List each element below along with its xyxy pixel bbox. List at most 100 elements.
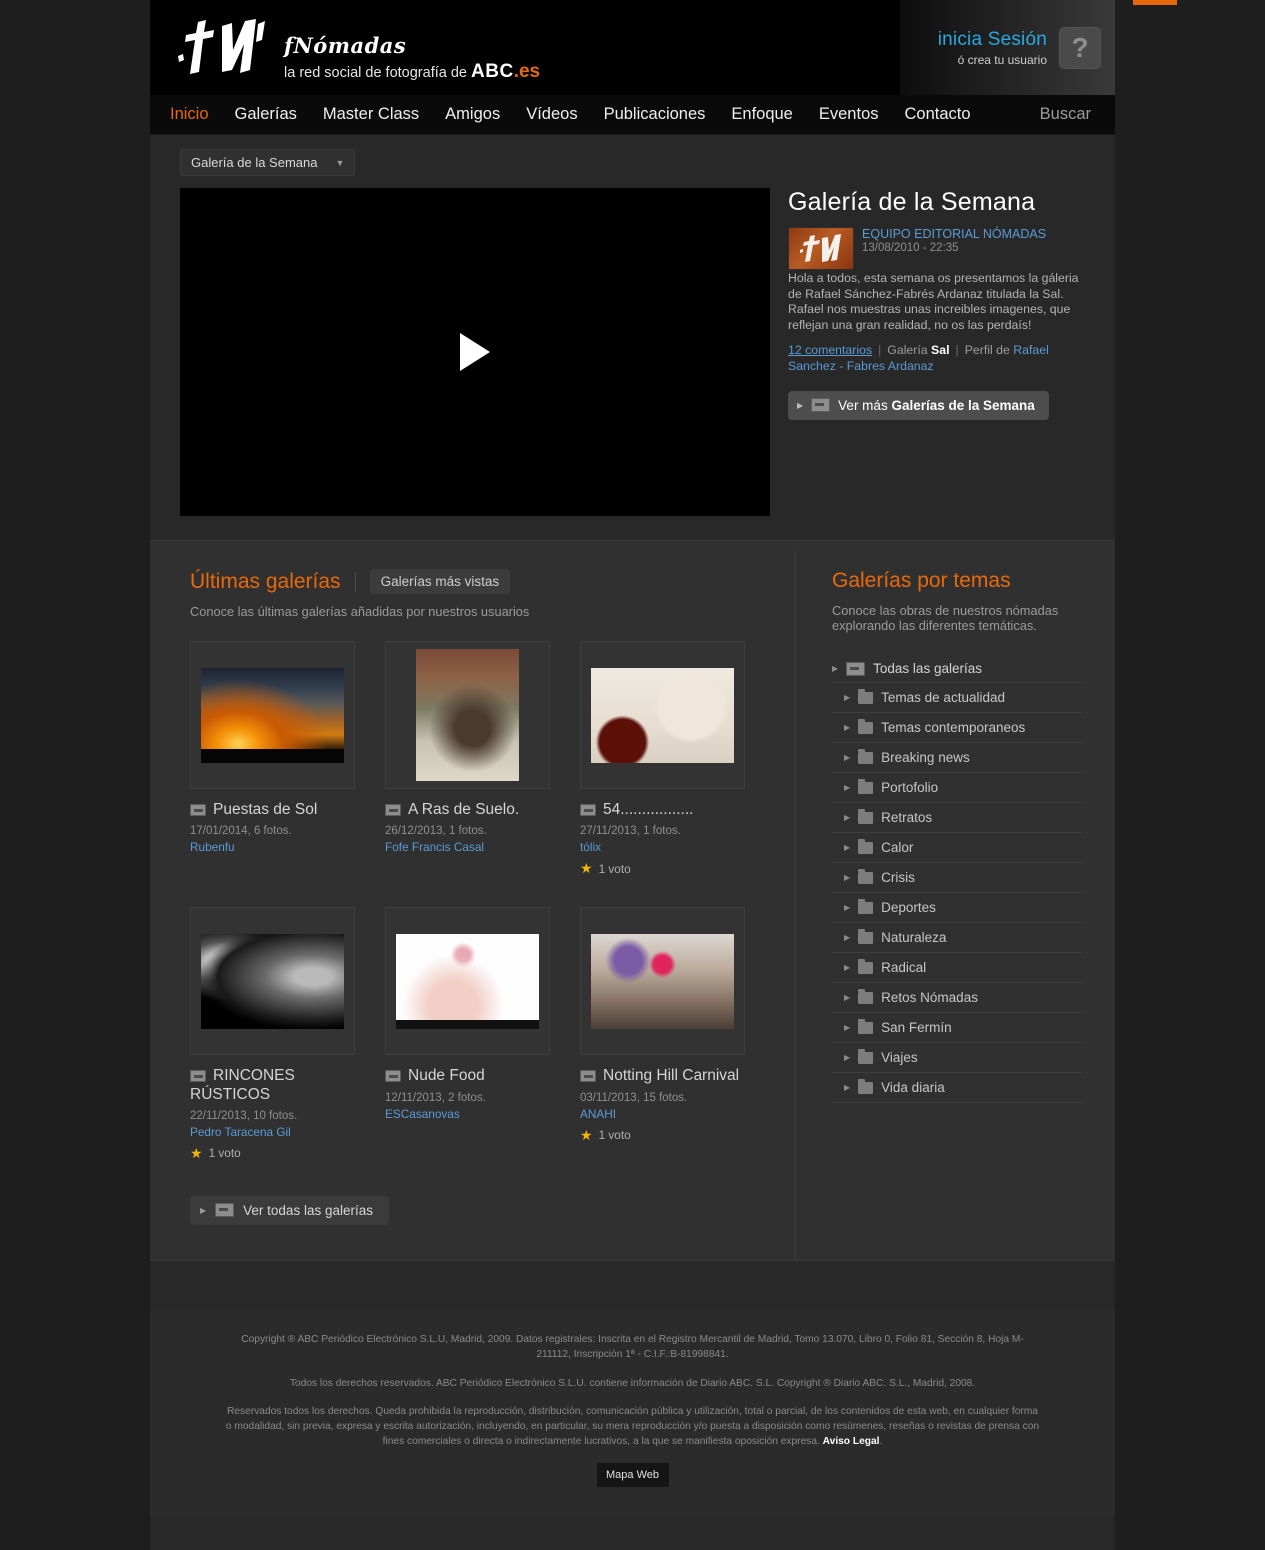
theme-item-retos-nomadas[interactable]: ▶ Retos Nómadas xyxy=(832,983,1082,1013)
latest-galleries-subtitle: Conoce las últimas galerías añadidas por… xyxy=(190,604,530,619)
video-player[interactable] xyxy=(180,188,771,516)
gallery-card-title-row[interactable]: RINCONES RÚSTICOS xyxy=(190,1067,355,1104)
gallery-thumbnail-box[interactable] xyxy=(580,907,745,1056)
nav-item-contacto[interactable]: Contacto xyxy=(905,105,971,124)
search-link[interactable]: Buscar xyxy=(1040,105,1091,124)
tab-most-viewed[interactable]: Galerías más vistas xyxy=(369,569,511,594)
gallery-thumbnail-box[interactable] xyxy=(190,641,355,789)
theme-item-viajes[interactable]: ▶ Viajes xyxy=(832,1043,1082,1073)
login-link[interactable]: inicia Sesión xyxy=(938,29,1047,51)
theme-item-temas-contemporaneos[interactable]: ▶ Temas contemporaneos xyxy=(832,713,1082,743)
theme-item-temas-de-actualidad[interactable]: ▶ Temas de actualidad xyxy=(832,683,1082,713)
link-separator-1: | xyxy=(878,342,882,357)
nav-item-amigos[interactable]: Amigos xyxy=(445,105,500,124)
gallery-card[interactable]: Notting Hill Carnival 03/11/2013, 15 fot… xyxy=(580,907,745,1162)
themes-column: Galerías por temas Conoce las obras de n… xyxy=(796,541,1115,1260)
arrow-right-icon: ▶ xyxy=(797,400,804,410)
theme-item-retratos[interactable]: ▶ Retratos xyxy=(832,803,1082,833)
mapa-web-button[interactable]: Mapa Web xyxy=(596,1462,669,1487)
view-all-galleries-button[interactable]: ▶ Ver todas las galerías xyxy=(190,1195,389,1225)
nav-item-eventos[interactable]: Eventos xyxy=(819,105,879,124)
gallery-card-title-row[interactable]: Notting Hill Carnival xyxy=(580,1067,745,1085)
triangle-right-icon: ▶ xyxy=(844,1053,851,1062)
gallery-card-title-row[interactable]: Nude Food xyxy=(385,1067,550,1085)
folder-icon xyxy=(858,1078,874,1094)
theme-item-crisis[interactable]: ▶ Crisis xyxy=(832,863,1082,893)
theme-label: Crisis xyxy=(881,870,915,885)
site-logo[interactable]: fNómadas la red social de fotografía de … xyxy=(170,10,540,85)
more-prefix: Ver más xyxy=(838,397,888,413)
gallery-card-user[interactable]: Rubenfu xyxy=(190,840,355,854)
gallery-thumbnail-image xyxy=(396,933,539,1029)
folder-icon xyxy=(858,688,874,704)
gallery-card-user[interactable]: Pedro Taracena Gil xyxy=(190,1125,355,1139)
theme-item-all[interactable]: ▶ Todas las galerías xyxy=(832,655,1082,683)
gallery-card-user[interactable]: ANAHI xyxy=(580,1107,745,1121)
gallery-card[interactable]: A Ras de Suelo. 26/12/2013, 1 fotos. Fof… xyxy=(385,641,550,877)
gallery-card-date: 12/11/2013, 2 fotos. xyxy=(385,1091,486,1104)
nav-item-inicio[interactable]: Inicio xyxy=(170,105,209,124)
gallery-name: Sal xyxy=(931,342,950,357)
gallery-thumbnail-image xyxy=(591,933,734,1029)
theme-item-san-fermin[interactable]: ▶ San Fermín xyxy=(832,1013,1082,1043)
gallery-thumbnail-box[interactable] xyxy=(580,641,745,789)
gallery-box-icon xyxy=(385,1070,401,1083)
gallery-card[interactable]: RINCONES RÚSTICOS 22/11/2013, 10 fotos. … xyxy=(190,907,355,1162)
login-text-group: inicia Sesión ó crea tu usuario xyxy=(938,29,1047,67)
create-user-link[interactable]: ó crea tu usuario xyxy=(938,53,1047,67)
latest-galleries-header: Últimas galerías Galerías más vistas xyxy=(190,569,795,594)
theme-item-portofolio[interactable]: ▶ Portofolio xyxy=(832,773,1082,803)
gallery-card-user[interactable]: Fofe Francis Casal xyxy=(385,840,550,854)
play-icon[interactable] xyxy=(460,333,490,371)
gallery-selector-dropdown[interactable]: Galería de la Semana ▼ xyxy=(180,149,356,176)
nav-item-videos[interactable]: Vídeos xyxy=(526,105,577,124)
more-weekly-galleries-button[interactable]: ▶ Ver más Galerías de la Semana xyxy=(788,390,1049,420)
post-author[interactable]: EQUIPO EDITORIAL NÓMADAS xyxy=(862,227,1046,241)
help-icon[interactable]: ? xyxy=(1059,26,1101,69)
gallery-card[interactable]: 54................. 27/11/2013, 1 fotos.… xyxy=(580,641,745,877)
gallery-card[interactable]: Nude Food 12/11/2013, 2 fotos. ESCasanov… xyxy=(385,907,550,1162)
nav-item-galerias[interactable]: Galerías xyxy=(235,105,297,124)
gallery-thumbnail-box[interactable] xyxy=(190,907,355,1056)
gallery-card-user[interactable]: tólix xyxy=(580,840,745,854)
gallery-label: Galería xyxy=(887,342,928,357)
nav-item-enfoque[interactable]: Enfoque xyxy=(731,105,792,124)
theme-item-vida-diaria[interactable]: ▶ Vida diaria xyxy=(832,1073,1082,1103)
theme-item-deportes[interactable]: ▶ Deportes xyxy=(832,893,1082,923)
site-footer: Copyright ® ABC Periódico Electrónico S.… xyxy=(150,1310,1115,1517)
gallery-thumbnail-box[interactable] xyxy=(385,907,550,1056)
login-box: inicia Sesión ó crea tu usuario ? xyxy=(900,0,1115,95)
arrow-right-icon: ▶ xyxy=(200,1205,207,1215)
theme-label: Todas las galerías xyxy=(873,661,982,676)
site-container: fNómadas la red social de fotografía de … xyxy=(150,0,1115,1550)
gallery-card-title: 54................. xyxy=(603,801,694,818)
gallery-card-user[interactable]: ESCasanovas xyxy=(385,1107,550,1121)
gallery-card-title-row[interactable]: Puestas de Sol xyxy=(190,801,355,819)
nav-item-master-class[interactable]: Master Class xyxy=(323,105,419,124)
triangle-right-icon: ▶ xyxy=(844,1023,851,1032)
triangle-right-icon: ▶ xyxy=(844,933,851,942)
vote-count: 1 voto xyxy=(598,1128,631,1143)
theme-item-radical[interactable]: ▶ Radical xyxy=(832,953,1082,983)
gallery-card-title-row[interactable]: A Ras de Suelo. xyxy=(385,801,550,819)
folder-icon xyxy=(858,928,874,944)
comments-link[interactable]: 12 comentarios xyxy=(788,343,872,357)
aviso-legal-link[interactable]: Aviso Legal xyxy=(823,1436,880,1447)
theme-item-calor[interactable]: ▶ Calor xyxy=(832,833,1082,863)
theme-item-breaking-news[interactable]: ▶ Breaking news xyxy=(832,743,1082,773)
nav-item-publicaciones[interactable]: Publicaciones xyxy=(604,105,706,124)
gallery-card[interactable]: Puestas de Sol 17/01/2014, 6 fotos. Rube… xyxy=(190,641,355,877)
star-icon: ★ xyxy=(190,1144,203,1161)
footer-paragraph-3: Reservados todos los derechos. Queda pro… xyxy=(225,1405,1040,1448)
triangle-right-icon: ▶ xyxy=(832,664,839,673)
gallery-selector-label: Galería de la Semana xyxy=(191,155,318,170)
post-body-text: Hola a todos, esta semana os presentamos… xyxy=(788,271,1079,333)
vote-count: 1 voto xyxy=(598,861,631,876)
gallery-card-title-row[interactable]: 54................. xyxy=(580,801,745,819)
theme-item-naturaleza[interactable]: ▶ Naturaleza xyxy=(832,923,1082,953)
gallery-thumbnail-image xyxy=(201,933,344,1029)
logo-text-block: fNómadas la red social de fotografía de … xyxy=(284,10,540,83)
avatar[interactable] xyxy=(788,227,855,270)
gallery-thumbnail-box[interactable] xyxy=(385,641,550,789)
gallery-thumbnail-image xyxy=(201,667,344,763)
